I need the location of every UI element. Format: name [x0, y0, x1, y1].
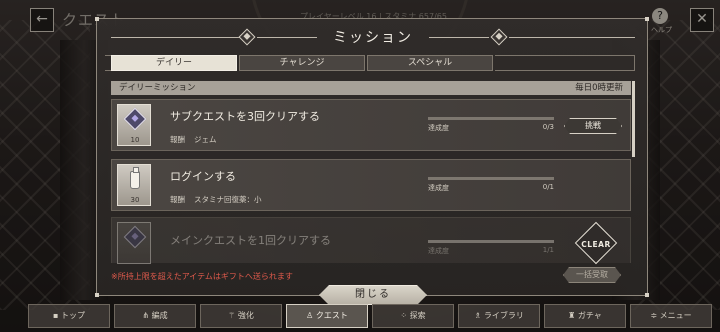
progress-bar: [428, 117, 554, 120]
bottom-nav: ▪ トップ ⋔ 編成 ⚚ 強化 ♙ クエスト ⁘ 探索 ♗ ライブラリ ♜ ガチ…: [0, 302, 720, 332]
reward-thumbnail: 30: [117, 164, 151, 206]
mission-item: 10 サブクエストを3回クリアする 報酬 ジェム 達成度 0/3 挑戦: [111, 99, 631, 151]
reward-name: ジェム: [194, 135, 217, 144]
progress-bar: [428, 177, 554, 180]
reward-count: 30: [130, 196, 140, 204]
progress-value: 1/1: [542, 246, 554, 254]
library-icon: ♗: [474, 311, 484, 320]
gift-notice: ※所持上限を超えたアイテムはギフトへ送られます: [111, 272, 293, 281]
progress-bar: [428, 240, 554, 243]
progress-label: 達成度: [428, 124, 449, 132]
mission-modal: ミッション デイリー チャレンジ スペシャル デイリーミッション 毎日0時更新 …: [95, 17, 649, 297]
list-header-title: デイリーミッション: [119, 83, 196, 93]
reset-time-label: 毎日0時更新: [575, 83, 623, 93]
mission-title: メインクエストを1回クリアする: [170, 234, 331, 247]
menu-icon: ≑: [650, 311, 660, 320]
gem-icon: [123, 225, 147, 249]
progress-label: 達成度: [428, 247, 449, 255]
nav-label: 編成: [151, 311, 168, 320]
nav-label: 強化: [237, 311, 254, 320]
reward-thumbnail: 10: [117, 104, 151, 146]
nav-label: ガチャ: [577, 311, 602, 320]
reward-label: 報酬: [170, 135, 185, 144]
progress-value: 0/3: [542, 123, 554, 131]
nav-item-menu[interactable]: ≑ メニュー: [630, 304, 712, 328]
reward-count: 10: [130, 136, 140, 144]
tab-challenge[interactable]: チャレンジ: [239, 55, 365, 71]
title-divider-right: [509, 37, 635, 38]
mission-item: メインクエストを1回クリアする 達成度 1/1: [111, 217, 631, 264]
list-header: デイリーミッション 毎日0時更新: [111, 81, 631, 95]
enhance-icon: ⚚: [228, 311, 238, 320]
nav-item-explore[interactable]: ⁘ 探索: [372, 304, 454, 328]
bulk-receive-button[interactable]: 一括受取: [563, 267, 621, 283]
progress-label: 達成度: [428, 184, 449, 192]
mission-title: ログインする: [170, 170, 236, 183]
tab-bar-edge: [495, 55, 635, 71]
reward-label: 報酬: [170, 195, 185, 204]
mission-item: 30 ログインする 報酬 スタミナ回復薬：小 達成度 0/1: [111, 159, 631, 211]
title-divider-right-inner: [429, 37, 489, 38]
nav-label: ライブラリ: [483, 311, 524, 320]
stamina-potion-icon: [130, 167, 140, 189]
progress-bar-fill: [428, 240, 554, 243]
nav-label: トップ: [60, 311, 85, 320]
quest-icon: ♙: [306, 311, 316, 320]
nav-label: メニュー: [659, 311, 692, 320]
corner-ornament: [95, 17, 99, 21]
scrollbar[interactable]: [632, 81, 635, 157]
reward-thumbnail: [117, 222, 151, 264]
explore-icon: ⁘: [400, 311, 410, 320]
nav-item-gacha[interactable]: ♜ ガチャ: [544, 304, 626, 328]
nav-item-top[interactable]: ▪ トップ: [28, 304, 110, 328]
tab-daily[interactable]: デイリー: [111, 55, 237, 71]
gacha-icon: ♜: [568, 311, 578, 320]
home-icon: ▪: [53, 311, 61, 320]
corner-ornament: [95, 293, 99, 297]
nav-item-quest[interactable]: ♙ クエスト: [286, 304, 368, 328]
team-icon: ⋔: [142, 311, 152, 320]
corner-ornament: [645, 17, 649, 21]
progress-value: 0/1: [542, 183, 554, 191]
mission-title: サブクエストを3回クリアする: [170, 110, 320, 123]
nav-label: 探索: [409, 311, 426, 320]
nav-item-library[interactable]: ♗ ライブラリ: [458, 304, 540, 328]
gem-icon: [123, 107, 147, 131]
clear-badge-label: CLEAR: [581, 240, 611, 249]
nav-item-enhance[interactable]: ⚚ 強化: [200, 304, 282, 328]
corner-ornament: [645, 293, 649, 297]
reward-name: スタミナ回復薬：小: [194, 195, 262, 204]
nav-label: クエスト: [315, 311, 348, 320]
tab-special[interactable]: スペシャル: [367, 55, 493, 71]
challenge-button[interactable]: 挑戦: [564, 118, 622, 134]
nav-item-team[interactable]: ⋔ 編成: [114, 304, 196, 328]
